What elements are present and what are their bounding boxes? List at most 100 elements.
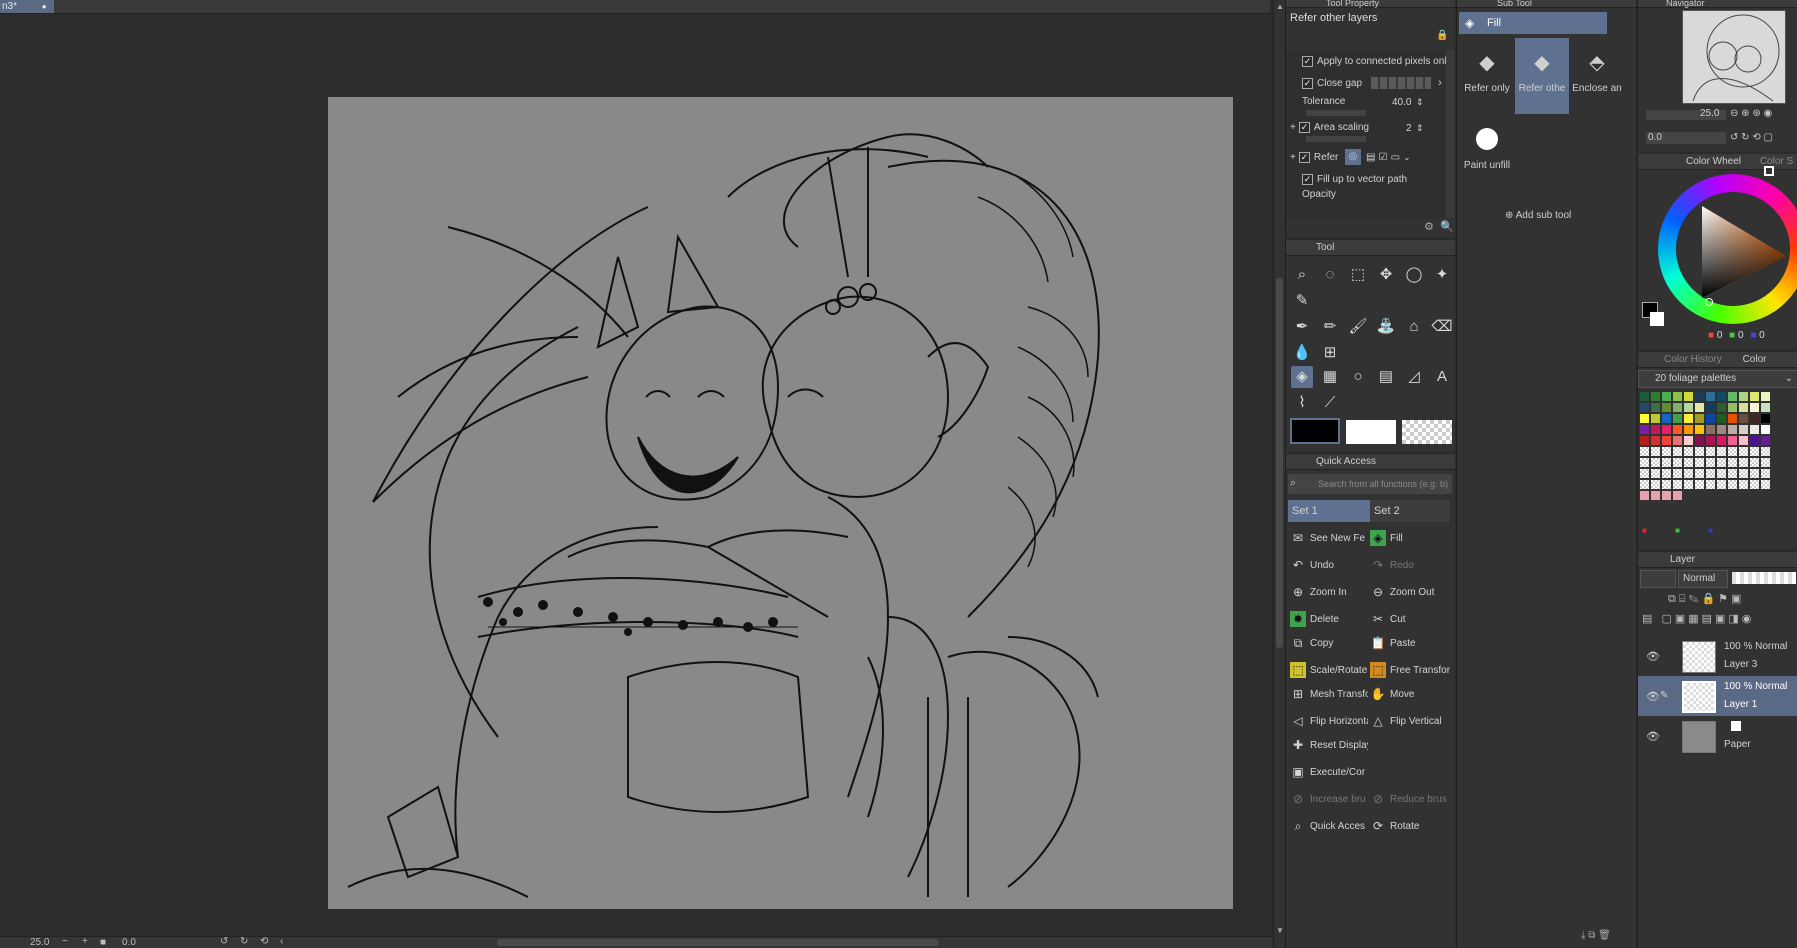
zoom-value[interactable]: 25.0 — [30, 937, 49, 948]
eye-icon[interactable]: 👁 — [1646, 650, 1660, 663]
canvas-horizontal-scroll-thumb[interactable] — [497, 939, 939, 946]
correct-line-tool-icon[interactable]: ⟋ — [1319, 392, 1341, 414]
zoom-in-icon[interactable]: + — [82, 936, 88, 947]
palette-swatch[interactable] — [1761, 414, 1770, 423]
palette-swatch[interactable] — [1662, 436, 1671, 445]
move-tool-icon[interactable]: ✥ — [1375, 264, 1397, 286]
palette-swatch[interactable] — [1739, 392, 1748, 401]
palette-swatch[interactable] — [1706, 458, 1715, 467]
palette-swatch[interactable] — [1662, 414, 1671, 423]
palette-swatch[interactable] — [1761, 425, 1770, 434]
palette-swatch[interactable] — [1684, 480, 1693, 489]
area-scaling-spinner-icon[interactable]: ⇕ — [1416, 121, 1424, 135]
palette-swatch[interactable] — [1695, 447, 1704, 456]
palette-swatch[interactable] — [1739, 403, 1748, 412]
flip-icon[interactable]: ‹ — [280, 936, 283, 947]
palette-swatch[interactable] — [1640, 425, 1649, 434]
palette-swatch[interactable] — [1673, 447, 1682, 456]
qa-rotate[interactable]: ⟳ Rotate — [1370, 816, 1450, 838]
palette-swatch[interactable] — [1706, 469, 1715, 478]
palette-swatch[interactable] — [1684, 447, 1693, 456]
palette-swatch[interactable] — [1717, 469, 1726, 478]
airbrush-tool-icon[interactable]: ⛲ — [1375, 316, 1397, 338]
palette-swatch[interactable] — [1651, 458, 1660, 467]
color-swatch-grid[interactable] — [1640, 392, 1797, 504]
color-wheel-tab[interactable]: Color Wheel — [1686, 156, 1741, 167]
artboard[interactable] — [328, 97, 1233, 909]
rotate-right-icon[interactable]: ↻ — [240, 936, 248, 947]
palette-swatch[interactable] — [1651, 436, 1660, 445]
layer-row-layer1[interactable]: 👁 ✎ 100 % Normal Layer 1 — [1638, 676, 1797, 716]
tool-property-settings-icon[interactable]: ⚙ — [1424, 220, 1434, 233]
sv-cursor[interactable] — [1705, 298, 1713, 306]
apply-connected-row[interactable]: ✓ Apply to connected pixels only — [1302, 50, 1462, 72]
palette-swatch[interactable] — [1761, 436, 1770, 445]
palette-swatch[interactable] — [1651, 480, 1660, 489]
area-scaling-slider[interactable] — [1306, 136, 1366, 142]
palette-swatch[interactable] — [1761, 458, 1770, 467]
palette-swatch[interactable] — [1750, 403, 1759, 412]
transparent-color-chip[interactable] — [1402, 420, 1452, 444]
palette-swatch[interactable] — [1695, 392, 1704, 401]
palette-swatch[interactable] — [1761, 469, 1770, 478]
palette-swatch[interactable] — [1673, 403, 1682, 412]
palette-swatch[interactable] — [1695, 425, 1704, 434]
palette-swatch[interactable] — [1695, 458, 1704, 467]
sub-tool-refer-only[interactable]: ◆ Refer only — [1459, 38, 1515, 114]
palette-swatch[interactable] — [1728, 403, 1737, 412]
palette-swatch[interactable] — [1706, 425, 1715, 434]
refer-all-layers-icon[interactable]: ◎ — [1344, 149, 1361, 166]
rotate-left-icon[interactable]: ↺ — [220, 936, 228, 947]
palette-swatch[interactable] — [1684, 458, 1693, 467]
palette-swatch[interactable] — [1739, 480, 1748, 489]
area-scaling-expand-icon[interactable]: + — [1290, 122, 1296, 133]
rotate-tool-icon[interactable]: ◌ — [1319, 264, 1341, 286]
palette-swatch[interactable] — [1673, 469, 1682, 478]
quick-access-tab-set2[interactable]: Set 2 — [1370, 500, 1450, 522]
qa-execute[interactable]: ▣ Execute/Cor — [1290, 762, 1368, 784]
palette-swatch[interactable] — [1640, 436, 1649, 445]
sub-color-swatch[interactable] — [1650, 312, 1664, 326]
palette-swatch[interactable] — [1717, 480, 1726, 489]
palette-swatch[interactable] — [1684, 436, 1693, 445]
palette-swatch[interactable] — [1695, 480, 1704, 489]
palette-swatch[interactable] — [1673, 491, 1682, 500]
qa-copy[interactable]: ⧉ Copy — [1290, 633, 1368, 655]
qa-undo[interactable]: ↶ Undo — [1290, 555, 1368, 577]
qa-increase-brush[interactable]: ⊘ Increase bru — [1290, 789, 1368, 811]
scroll-up-icon[interactable]: ▲ — [1276, 2, 1284, 11]
palette-swatch[interactable] — [1728, 480, 1737, 489]
canvas-vertical-scroll-thumb[interactable] — [1276, 278, 1283, 648]
palette-swatch[interactable] — [1750, 425, 1759, 434]
qa-flip-horizontal[interactable]: ◁ Flip Horizontal — [1290, 711, 1368, 733]
palette-swatch[interactable] — [1640, 458, 1649, 467]
sub-tool-paint-unfilled[interactable]: Paint unfill — [1459, 116, 1515, 190]
qa-reduce-brush[interactable]: ⊘ Reduce brus — [1370, 789, 1450, 811]
object-tool-icon[interactable]: ⬚ — [1347, 264, 1369, 286]
tolerance-slider[interactable] — [1306, 110, 1366, 116]
palette-swatch[interactable] — [1640, 480, 1649, 489]
palette-swatch[interactable] — [1673, 414, 1682, 423]
lock-icon[interactable]: 🔒 — [1436, 30, 1448, 41]
rotation-value[interactable]: 0.0 — [122, 937, 136, 948]
palette-swatch[interactable] — [1706, 480, 1715, 489]
palette-swatch[interactable] — [1717, 436, 1726, 445]
palette-swatch[interactable] — [1662, 392, 1671, 401]
reset-rotation-icon[interactable]: ⟲ — [260, 936, 268, 947]
palette-swatch[interactable] — [1684, 414, 1693, 423]
hue-cursor[interactable] — [1764, 166, 1774, 176]
layer-row-paper[interactable]: 👁 Paper — [1638, 716, 1797, 756]
tool-property-scrollbar[interactable] — [1446, 50, 1454, 218]
palette-swatch[interactable] — [1717, 458, 1726, 467]
fill-tool-icon[interactable]: ◈ — [1291, 366, 1313, 388]
sub-color-chip[interactable] — [1346, 420, 1396, 444]
palette-swatch[interactable] — [1750, 392, 1759, 401]
palette-swatch[interactable] — [1706, 403, 1715, 412]
navigator-rotation-field[interactable]: 0.0 — [1646, 132, 1726, 144]
palette-swatch[interactable] — [1761, 447, 1770, 456]
area-scaling-checkbox[interactable]: ✓ — [1298, 121, 1310, 133]
palette-swatch[interactable] — [1750, 469, 1759, 478]
eye-icon[interactable]: 👁 — [1646, 730, 1660, 743]
refer-expand-icon[interactable]: + — [1290, 152, 1296, 163]
palette-swatch[interactable] — [1695, 403, 1704, 412]
